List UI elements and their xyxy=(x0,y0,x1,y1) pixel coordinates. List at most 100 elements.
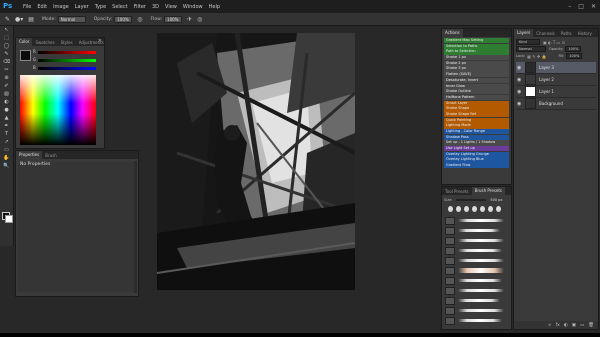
tab-styles[interactable]: Styles xyxy=(58,40,76,45)
close-icon[interactable]: ✕ xyxy=(591,3,596,10)
opacity-field[interactable]: 100% xyxy=(114,15,133,23)
tab-paths[interactable]: Paths xyxy=(558,31,575,36)
background-color-swatch[interactable] xyxy=(5,215,13,223)
tab-swatches[interactable]: Swatches xyxy=(32,40,57,45)
brush-stroke-preview[interactable] xyxy=(458,219,504,222)
brush-tip-thumb[interactable] xyxy=(448,206,453,212)
brush-tip-thumb[interactable] xyxy=(472,206,477,212)
marquee-tool-icon[interactable]: ⬚ xyxy=(2,35,11,42)
eye-icon[interactable]: ◉ xyxy=(517,89,523,95)
action-button[interactable]: Overlay Lighting Blue xyxy=(444,157,509,163)
minimize-icon[interactable]: – xyxy=(568,3,571,10)
action-button[interactable]: Stroke Outline xyxy=(444,89,509,95)
size-slider[interactable] xyxy=(456,199,487,201)
brush-stroke-preview[interactable] xyxy=(458,239,504,242)
flow-field[interactable]: 100% xyxy=(164,15,183,23)
hand-tool-icon[interactable]: ✋ xyxy=(2,155,11,162)
brush-stroke-preview[interactable] xyxy=(458,299,500,302)
color-spectrum[interactable] xyxy=(20,75,96,145)
menu-type[interactable]: Type xyxy=(95,4,106,10)
menu-select[interactable]: Select xyxy=(112,4,127,10)
layer-filter-kind[interactable]: Kind xyxy=(516,39,540,45)
action-button[interactable]: Quick Painting xyxy=(444,117,509,123)
layer-style-icon[interactable]: fx xyxy=(556,323,560,328)
brush-stroke-preview[interactable] xyxy=(458,249,502,252)
menu-layer[interactable]: Layer xyxy=(75,4,89,10)
brush-tip-thumb[interactable] xyxy=(496,206,501,212)
action-button[interactable]: Desaturate, Invert xyxy=(444,77,509,84)
brush-preset-icon[interactable] xyxy=(445,287,455,295)
tab-color[interactable]: Color xyxy=(16,38,33,46)
layer-row[interactable]: ◉ Background xyxy=(516,98,596,110)
layer-row[interactable]: ◉ Layer 3 xyxy=(516,62,596,74)
red-slider[interactable]: R xyxy=(33,49,96,54)
green-slider[interactable]: G xyxy=(33,57,96,62)
action-button[interactable]: Shadow Pass xyxy=(444,134,509,140)
action-button[interactable]: Use Light Set up xyxy=(444,146,509,152)
brush-panel-toggle-icon[interactable]: ▤ xyxy=(28,16,34,23)
brush-stroke-preview[interactable] xyxy=(458,309,504,312)
type-tool-icon[interactable]: T xyxy=(2,131,11,138)
path-select-tool-icon[interactable]: ↗ xyxy=(2,139,11,146)
adjustment-layer-icon[interactable]: ◐ xyxy=(564,323,568,328)
layer-mask-icon[interactable]: ▣ xyxy=(572,323,576,328)
brush-preset-icon[interactable] xyxy=(445,217,455,225)
action-button[interactable]: Halftone Pattern xyxy=(444,94,509,101)
layer-row[interactable]: ◉ Layer 2 xyxy=(516,74,596,86)
menu-view[interactable]: View xyxy=(165,4,177,10)
tab-brush[interactable]: Brush xyxy=(42,153,60,158)
brush-tip-thumb[interactable] xyxy=(464,206,469,212)
properties-scrollbar[interactable] xyxy=(134,161,137,293)
brush-preset-icon[interactable] xyxy=(445,227,455,235)
fill-field[interactable]: 100% xyxy=(566,53,583,59)
link-layers-icon[interactable]: ∞ xyxy=(548,323,552,328)
menu-help[interactable]: Help xyxy=(209,4,220,10)
healing-tool-icon[interactable]: ✐ xyxy=(2,83,11,90)
brush-tip-thumb[interactable] xyxy=(480,206,485,212)
trash-icon[interactable]: 🗑 xyxy=(588,323,594,328)
brush-preset-icon[interactable] xyxy=(445,267,455,275)
action-button[interactable]: Stroke 3 px xyxy=(444,66,509,72)
action-button[interactable]: Lighting Mode xyxy=(444,123,509,129)
menu-file[interactable]: File xyxy=(23,4,31,10)
action-button[interactable]: Stroke Shape Ref xyxy=(444,111,509,118)
brush-stroke-preview[interactable] xyxy=(458,259,504,262)
mode-select[interactable]: Normal xyxy=(57,15,86,23)
eye-icon[interactable]: ◉ xyxy=(517,65,523,71)
layer-row[interactable]: ◉ Layer 1 xyxy=(516,86,596,98)
tab-layers[interactable]: Layers xyxy=(514,29,534,37)
lasso-tool-icon[interactable]: ◯ xyxy=(2,43,11,50)
blend-mode-select[interactable]: Normal xyxy=(516,46,546,52)
tab-channels[interactable]: Channels xyxy=(533,31,558,36)
gradient-tool-icon[interactable]: ▲ xyxy=(2,115,11,122)
tab-adjustments[interactable]: Adjustments xyxy=(76,40,107,45)
menu-image[interactable]: Image xyxy=(53,4,69,10)
brush-preset-icon[interactable] xyxy=(445,317,455,325)
quick-select-tool-icon[interactable]: ✎ xyxy=(2,51,11,58)
brush-preset-icon[interactable] xyxy=(445,277,455,285)
maximize-icon[interactable]: □ xyxy=(578,3,584,10)
action-button[interactable]: Stroke 2 px xyxy=(444,60,509,67)
close-icon[interactable]: ✕ xyxy=(98,38,102,44)
filter-icons[interactable]: ▣ ◐ T ▭ ⊡ xyxy=(543,40,565,45)
brush-tool-icon[interactable]: ✎ xyxy=(5,16,10,23)
action-button[interactable]: Gradient Flow xyxy=(444,163,509,169)
pen-tool-icon[interactable]: ✒ xyxy=(2,123,11,130)
brush-stroke-preview[interactable] xyxy=(458,229,500,232)
brush-tip-thumb[interactable] xyxy=(456,206,461,212)
brush-preset-icon[interactable] xyxy=(445,257,455,265)
crop-tool-icon[interactable]: ✂ xyxy=(2,67,11,74)
lock-icons[interactable]: ▦ ✎ ✥ 🔒 xyxy=(527,54,546,59)
history-brush-tool-icon[interactable]: ● xyxy=(2,107,11,114)
brush-tip-thumb[interactable] xyxy=(488,206,493,212)
pressure-size-icon[interactable]: ◎ xyxy=(197,16,202,23)
brush-stroke-preview[interactable] xyxy=(458,289,504,292)
action-button[interactable]: Gradient Map Setting xyxy=(444,38,509,44)
brush-tool-icon[interactable]: ▧ xyxy=(2,91,11,98)
action-button[interactable]: Stroke 1 px xyxy=(444,55,509,61)
action-button[interactable]: Stroke Shape xyxy=(444,106,509,112)
action-button[interactable]: Inner Glow xyxy=(444,83,509,89)
shape-tool-icon[interactable]: ▭ xyxy=(2,147,11,154)
menu-3d[interactable]: 3D xyxy=(152,4,159,10)
tab-properties[interactable]: Properties xyxy=(16,151,43,159)
